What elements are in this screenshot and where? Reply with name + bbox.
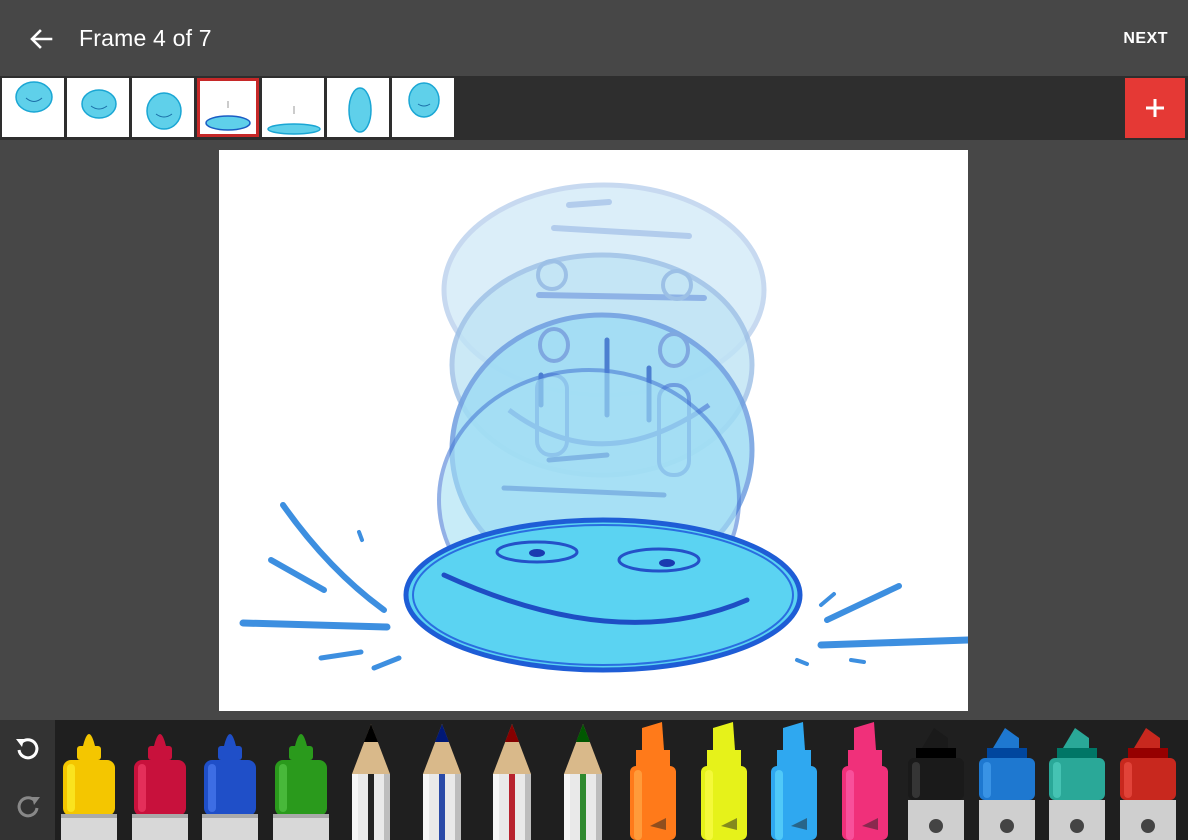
- orange-highlighter[interactable]: [622, 722, 684, 840]
- frame-2-preview: [81, 89, 117, 119]
- teal-paint-marker[interactable]: [1045, 722, 1107, 840]
- onion-skin-drawing: [239, 182, 972, 673]
- red-marker[interactable]: [129, 722, 191, 840]
- yellow-marker[interactable]: [58, 722, 120, 840]
- black-paint-marker[interactable]: [904, 722, 966, 840]
- frame-strip: [0, 76, 1188, 140]
- back-arrow-icon[interactable]: [26, 24, 56, 54]
- next-button[interactable]: NEXT: [1123, 30, 1168, 48]
- frame-thumbnail-2[interactable]: [67, 78, 129, 137]
- frame-thumbnail-6[interactable]: [327, 78, 389, 137]
- plus-icon: [1146, 99, 1164, 117]
- frame-thumbnail-1[interactable]: [2, 78, 64, 137]
- history-controls: [0, 720, 55, 840]
- blue-paint-marker[interactable]: [975, 722, 1037, 840]
- blue-pencil[interactable]: [411, 722, 473, 840]
- frame-3-preview: [146, 92, 182, 130]
- frame-7-preview: [408, 82, 440, 118]
- lightblue-highlighter[interactable]: [763, 722, 825, 840]
- frame-thumbnail-4[interactable]: [197, 78, 259, 137]
- red-pencil[interactable]: [481, 722, 543, 840]
- green-pencil[interactable]: [552, 722, 614, 840]
- pink-highlighter[interactable]: [834, 722, 896, 840]
- frame-thumbnail-7[interactable]: [392, 78, 454, 137]
- add-frame-button[interactable]: [1125, 78, 1185, 138]
- frame-5-preview: [267, 106, 321, 135]
- frame-thumbnail-3[interactable]: [132, 78, 194, 137]
- top-app-bar: Frame 4 of 7 NEXT: [0, 0, 1188, 76]
- blue-marker[interactable]: [199, 722, 261, 840]
- frame-4-preview: [205, 101, 251, 131]
- frame-6-preview: [348, 87, 372, 133]
- black-pencil[interactable]: [340, 722, 402, 840]
- frame-1-preview: [15, 81, 53, 113]
- drawing-canvas[interactable]: [219, 150, 972, 711]
- frame-thumbnail-5[interactable]: [262, 78, 324, 137]
- green-marker[interactable]: [270, 722, 332, 840]
- undo-icon[interactable]: [10, 732, 46, 768]
- red-paint-marker[interactable]: [1116, 722, 1178, 840]
- page-title: Frame 4 of 7: [79, 25, 212, 51]
- yellow-highlighter[interactable]: [693, 722, 755, 840]
- redo-icon[interactable]: [10, 790, 46, 826]
